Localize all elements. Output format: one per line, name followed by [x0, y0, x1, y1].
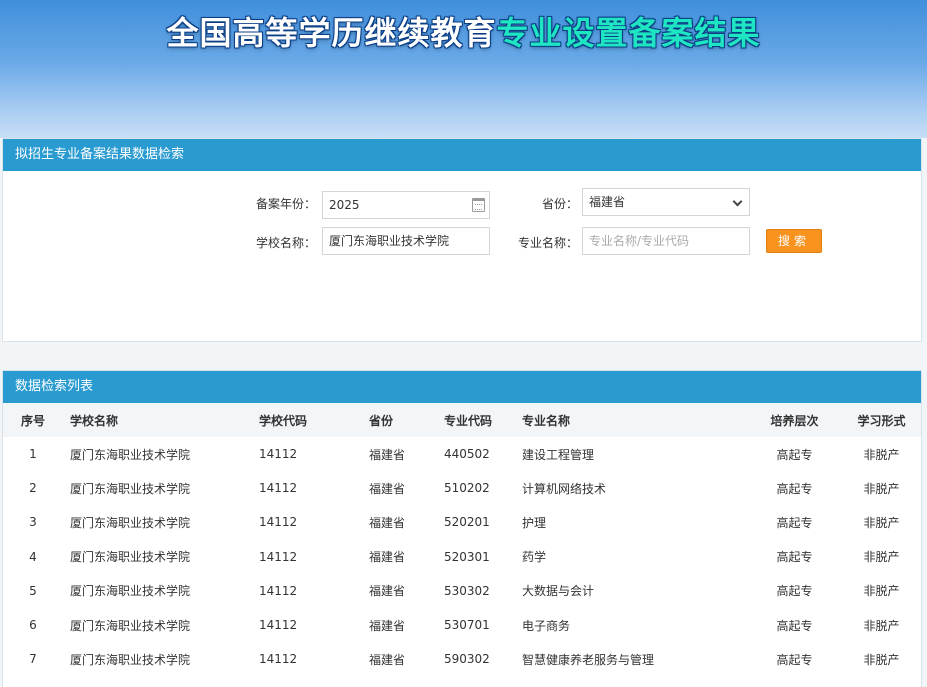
cell-index: 6: [29, 618, 37, 633]
major-input[interactable]: 专业名称/专业代码: [582, 227, 750, 255]
cell-school-code: 14112: [259, 549, 298, 564]
cell-major-code: 530302: [444, 583, 490, 598]
cell-level: 高起专: [776, 652, 813, 667]
table-row: 7 厦门东海职业技术学院 14112 福建省 590302 智慧健康养老服务与管…: [3, 642, 921, 676]
col-header-study-mode: 学习形式: [857, 413, 906, 428]
page-title: 全国高等学历继续教育专业设置备案结果: [0, 8, 927, 54]
page-title-main: 全国高等学历继续教育: [166, 14, 497, 52]
cell-school: 厦门东海职业技术学院: [70, 447, 191, 462]
cell-school-code: 14112: [259, 652, 298, 667]
year-value: 2025: [329, 198, 360, 212]
cell-major-name: 智慧健康养老服务与管理: [522, 652, 655, 667]
chevron-down-icon: [732, 196, 743, 207]
cell-school-code: 14112: [259, 447, 298, 462]
cell-province: 福建省: [369, 481, 406, 496]
cell-major-name: 电子商务: [522, 618, 571, 633]
cell-major-code: 510202: [444, 481, 490, 496]
cell-province: 福建省: [369, 550, 406, 565]
table-row: 4 厦门东海职业技术学院 14112 福建省 520301 药学 高起专 非脱产: [3, 540, 921, 574]
page-title-accent: 专业设置备案结果: [496, 14, 761, 52]
major-placeholder: 专业名称/专业代码: [589, 234, 690, 248]
cell-level: 高起专: [776, 550, 813, 565]
cell-level: 高起专: [776, 481, 813, 496]
table-row: 1 厦门东海职业技术学院 14112 福建省 440502 建设工程管理 高起专…: [3, 437, 921, 471]
cell-school: 厦门东海职业技术学院: [70, 618, 191, 633]
cell-study-mode: 非脱产: [863, 550, 900, 565]
table-row: 5 厦门东海职业技术学院 14112 福建省 530302 大数据与会计 高起专…: [3, 574, 921, 608]
results-panel-header: 数据检索列表: [3, 371, 921, 403]
cell-major-code: 530701: [444, 618, 490, 633]
cell-major-name: 建设工程管理: [522, 447, 595, 462]
cell-school: 厦门东海职业技术学院: [70, 550, 191, 565]
col-header-major-code: 专业代码: [444, 413, 493, 428]
cell-province: 福建省: [369, 618, 406, 633]
cell-province: 福建省: [369, 447, 406, 462]
cell-school: 厦门东海职业技术学院: [70, 515, 191, 530]
year-field[interactable]: 2025: [322, 191, 490, 219]
col-header-major-name: 专业名称: [522, 413, 571, 428]
search-button[interactable]: 搜索: [766, 229, 822, 253]
province-label: 省份：: [541, 197, 578, 211]
cell-major-name: 药学: [522, 550, 547, 565]
col-header-school: 学校名称: [70, 413, 119, 428]
cell-index: 7: [29, 652, 37, 667]
school-input[interactable]: 厦门东海职业技术学院: [322, 227, 490, 255]
header-banner: 全国高等学历继续教育专业设置备案结果: [0, 0, 927, 138]
cell-study-mode: 非脱产: [863, 618, 900, 633]
cell-index: 4: [29, 549, 37, 564]
cell-major-name: 护理: [522, 515, 547, 530]
cell-major-code: 590302: [444, 652, 490, 667]
table-row: 3 厦门东海职业技术学院 14112 福建省 520201 护理 高起专 非脱产: [3, 505, 921, 539]
year-label: 备案年份：: [255, 197, 316, 211]
cell-level: 高起专: [776, 515, 813, 530]
cell-school-code: 14112: [259, 481, 298, 496]
cell-major-code: 520201: [444, 515, 490, 530]
cell-level: 高起专: [776, 618, 813, 633]
cell-major-code: 520301: [444, 549, 490, 564]
cell-index: 1: [29, 447, 37, 462]
cell-study-mode: 非脱产: [863, 652, 900, 667]
results-table: 序号 学校名称 学校代码 省份 专业代码 专业名称 培养层次 学习形式 1 厦门…: [3, 403, 921, 676]
cell-school: 厦门东海职业技术学院: [70, 652, 191, 667]
cell-study-mode: 非脱产: [863, 584, 900, 599]
table-row: 6 厦门东海职业技术学院 14112 福建省 530701 电子商务 高起专 非…: [3, 608, 921, 642]
cell-study-mode: 非脱产: [863, 447, 900, 462]
cell-major-code: 440502: [444, 447, 490, 462]
cell-province: 福建省: [369, 515, 406, 530]
col-header-province: 省份: [369, 413, 394, 428]
calendar-icon[interactable]: [472, 198, 485, 212]
cell-index: 5: [29, 583, 37, 598]
cell-study-mode: 非脱产: [863, 515, 900, 530]
major-label: 专业名称：: [517, 236, 578, 250]
school-label: 学校名称：: [255, 236, 316, 250]
cell-study-mode: 非脱产: [863, 481, 900, 496]
col-header-level: 培养层次: [770, 413, 819, 428]
school-value: 厦门东海职业技术学院: [329, 234, 450, 248]
cell-index: 2: [29, 481, 37, 496]
col-header-index: 序号: [20, 413, 45, 428]
province-select[interactable]: 福建省: [582, 188, 750, 216]
cell-province: 福建省: [369, 584, 406, 599]
cell-school-code: 14112: [259, 618, 298, 633]
cell-level: 高起专: [776, 584, 813, 599]
cell-index: 3: [29, 515, 37, 530]
cell-level: 高起专: [776, 447, 813, 462]
cell-province: 福建省: [369, 652, 406, 667]
province-value: 福建省: [589, 195, 626, 209]
table-row: 2 厦门东海职业技术学院 14112 福建省 510202 计算机网络技术 高起…: [3, 471, 921, 505]
cell-school: 厦门东海职业技术学院: [70, 481, 191, 496]
search-panel-header: 拟招生专业备案结果数据检索: [3, 139, 921, 171]
cell-school-code: 14112: [259, 515, 298, 530]
cell-school: 厦门东海职业技术学院: [70, 584, 191, 599]
cell-major-name: 计算机网络技术: [522, 481, 607, 496]
col-header-school-code: 学校代码: [259, 413, 308, 428]
cell-major-name: 大数据与会计: [522, 584, 595, 599]
table-header-row: 序号 学校名称 学校代码 省份 专业代码 专业名称 培养层次 学习形式: [3, 403, 921, 437]
results-panel: 数据检索列表 序号 学校名称 学校代码 省份 专业代码 专业名称 培养层次 学习…: [2, 370, 922, 687]
cell-school-code: 14112: [259, 583, 298, 598]
